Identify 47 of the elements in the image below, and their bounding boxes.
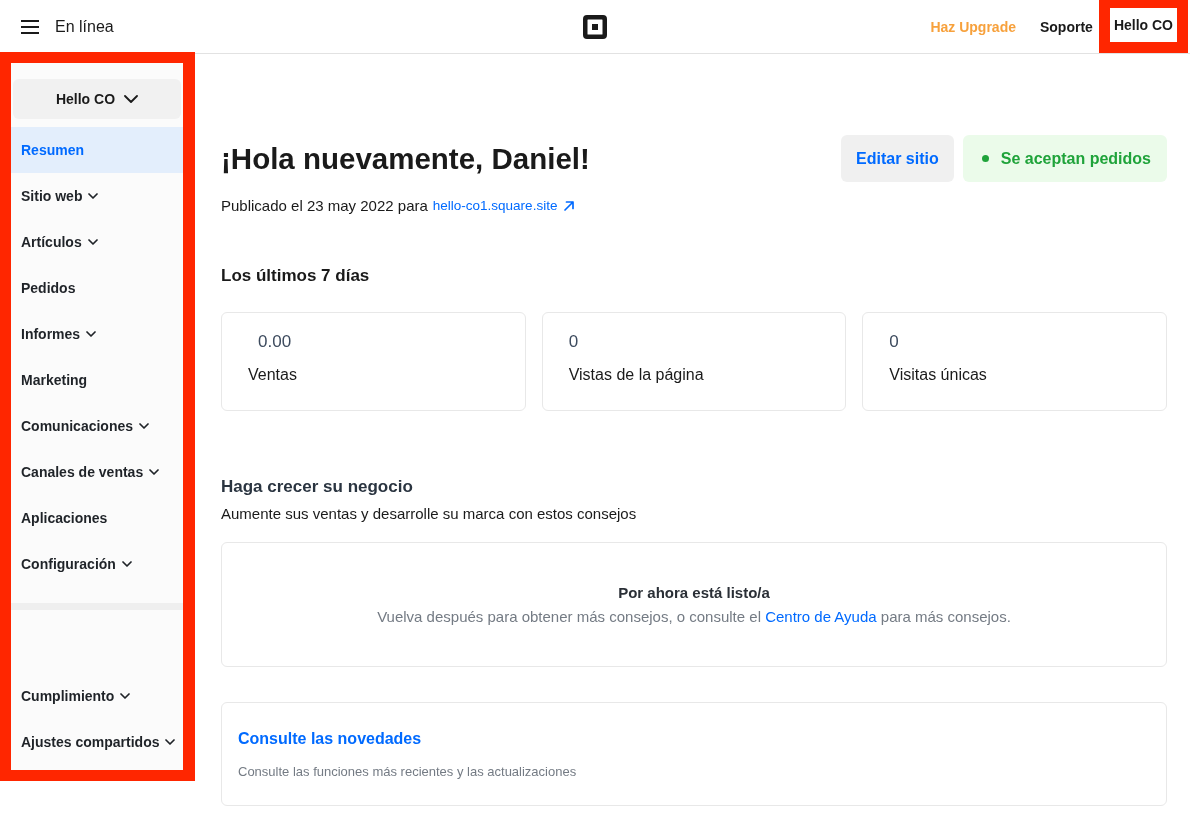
account-selector[interactable]: Hello CO [13, 79, 181, 119]
chevron-down-icon [86, 331, 97, 337]
app-title: En línea [55, 17, 114, 36]
chevron-down-icon [121, 561, 132, 567]
stat-label: Vistas de la página [568, 365, 705, 385]
chevron-down-icon [124, 95, 139, 103]
edit-site-button[interactable]: Editar sitio [841, 135, 954, 182]
help-center-link[interactable]: Centro de Ayuda [765, 608, 877, 625]
square-logo-icon[interactable] [583, 14, 607, 39]
chevron-down-icon [87, 239, 98, 245]
section-title: Haga crecer su negocio [221, 476, 414, 498]
news-link[interactable]: Consulte las novedades [238, 728, 422, 750]
stat-value: 0 [889, 331, 900, 353]
sidebar-item[interactable]: Artículos [11, 219, 183, 265]
published-text: Publicado el 23 may 2022 para [221, 196, 428, 216]
sidebar-item[interactable]: Aplicaciones [11, 495, 183, 541]
support-link[interactable]: Soporte [1040, 18, 1093, 35]
sidebar-item[interactable]: Sitio web [11, 173, 183, 219]
status-dot-icon [981, 155, 989, 162]
news-description: Consulte las funciones más recientes y las actualizaciones [238, 763, 578, 781]
chevron-down-icon [165, 739, 176, 745]
chevron-down-icon [88, 193, 99, 199]
sidebar-item[interactable]: Comunicaciones [11, 403, 183, 449]
external-link-icon [563, 200, 576, 212]
sidebar-item[interactable]: Cumplimiento [11, 673, 183, 719]
sidebar-item[interactable]: Ajustes compartidos [11, 719, 183, 765]
stat-label: Visitas únicas [889, 365, 988, 385]
section-subtitle: Aumente sus ventas y desarrolle su marca con estos consejos [221, 504, 638, 524]
chevron-down-icon [139, 423, 150, 429]
sidebar-item[interactable]: Informes [11, 311, 183, 357]
empty-state-text: Vuelva después para obtener más consejos, o consulte el Centro de Ayuda para más consejos. [376, 607, 1012, 627]
empty-state-title: Por ahora está listo/a [617, 583, 771, 603]
greeting-heading: ¡Hola nuevamente, Daniel! [221, 141, 590, 176]
chevron-down-icon [120, 693, 131, 699]
sidebar-item[interactable]: Canales de ventas [11, 449, 183, 495]
sidebar-item[interactable]: Resumen [11, 127, 183, 173]
sidebar-item[interactable]: Configuración [11, 541, 183, 587]
menu-icon[interactable] [21, 19, 39, 34]
stat-label: Ventas [248, 365, 298, 385]
chevron-down-icon [149, 469, 160, 475]
account-link[interactable]: Hello CO [1113, 17, 1173, 33]
section-title: Los últimos 7 días [221, 265, 371, 287]
sidebar-item[interactable]: Pedidos [11, 265, 183, 311]
site-link[interactable]: hello-co1.square.site [432, 196, 576, 216]
stat-value: 0.00 [257, 331, 293, 353]
stat-value: 0 [568, 331, 580, 353]
sidebar-item[interactable]: Marketing [11, 357, 183, 403]
